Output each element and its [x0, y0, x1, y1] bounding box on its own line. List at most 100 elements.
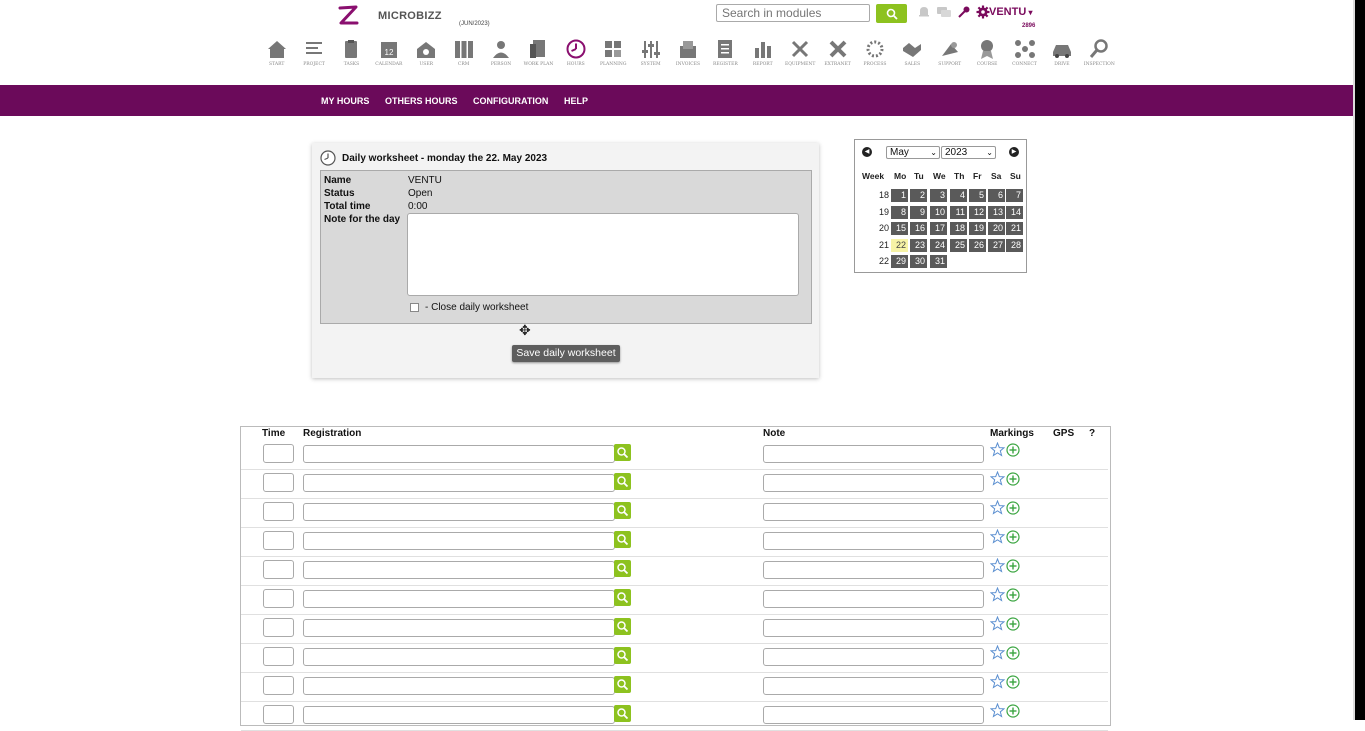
note-input[interactable] [763, 445, 984, 463]
calendar-day[interactable]: 26 [969, 238, 986, 252]
registration-input[interactable] [303, 532, 615, 550]
note-input[interactable] [763, 503, 984, 521]
user-menu[interactable]: VENTU ▾ [989, 6, 1033, 18]
calendar-day[interactable]: 27 [988, 238, 1005, 252]
col-help[interactable]: ? [1089, 428, 1095, 439]
add-circle-icon[interactable] [1006, 443, 1020, 457]
module-course[interactable]: COURSE [968, 38, 1005, 67]
calendar-day[interactable]: 17 [930, 222, 947, 235]
calendar-day[interactable]: 20 [988, 222, 1005, 235]
module-inspection[interactable]: INSPECTION [1081, 38, 1118, 67]
registration-lookup-button[interactable] [614, 705, 631, 722]
module-work-plan[interactable]: WORK PLAN [520, 38, 557, 67]
star-icon[interactable] [990, 442, 1005, 457]
registration-input[interactable] [303, 474, 615, 492]
calendar-day[interactable]: 24 [930, 238, 947, 252]
module-planning[interactable]: PLANNING [595, 38, 632, 67]
module-system[interactable]: SYSTEM [632, 38, 669, 67]
registration-input[interactable] [303, 503, 615, 521]
module-register[interactable]: REGISTER [707, 38, 744, 67]
registration-lookup-button[interactable] [614, 647, 631, 664]
year-select[interactable]: 2023 ⌄ [941, 146, 996, 159]
calendar-day[interactable]: 22 [891, 238, 908, 252]
add-circle-icon[interactable] [1006, 617, 1020, 631]
calendar-day[interactable]: 5 [969, 189, 986, 202]
time-input[interactable] [263, 444, 294, 463]
prev-month-icon[interactable]: ◀ [862, 147, 872, 157]
calendar-day[interactable]: 13 [988, 205, 1005, 219]
module-start[interactable]: START [258, 38, 295, 67]
add-circle-icon[interactable] [1006, 675, 1020, 689]
calendar-day[interactable]: 16 [910, 222, 927, 235]
module-project[interactable]: PROJECT [295, 38, 332, 67]
note-input[interactable] [763, 561, 984, 579]
calendar-day[interactable]: 14 [1006, 205, 1023, 219]
month-select[interactable]: May ⌄ [886, 146, 940, 159]
nav-others-hours[interactable]: OTHERS HOURS [385, 96, 458, 106]
registration-input[interactable] [303, 619, 615, 637]
microbizz-logo[interactable] [336, 4, 360, 28]
star-icon[interactable] [990, 471, 1005, 486]
calendar-day[interactable]: 11 [950, 205, 967, 219]
calendar-day[interactable]: 15 [891, 222, 908, 235]
add-circle-icon[interactable] [1006, 704, 1020, 718]
note-input[interactable] [763, 590, 984, 608]
calendar-day[interactable]: 21 [1006, 222, 1023, 235]
calendar-day[interactable]: 29 [891, 255, 908, 268]
time-input[interactable] [263, 502, 294, 521]
calendar-day[interactable]: 1 [891, 189, 908, 202]
registration-lookup-button[interactable] [614, 589, 631, 606]
registration-lookup-button[interactable] [614, 502, 631, 519]
calendar-day[interactable]: 18 [950, 222, 967, 235]
registration-lookup-button[interactable] [614, 531, 631, 548]
calendar-day[interactable]: 31 [930, 255, 947, 268]
calendar-day[interactable]: 12 [969, 205, 986, 219]
registration-input[interactable] [303, 561, 615, 579]
time-input[interactable] [263, 618, 294, 637]
module-user[interactable]: USER [408, 38, 445, 67]
calendar-day[interactable]: 4 [950, 189, 967, 202]
time-input[interactable] [263, 473, 294, 492]
key-icon[interactable] [957, 5, 971, 19]
module-person[interactable]: PERSON [482, 38, 519, 67]
star-icon[interactable] [990, 500, 1005, 515]
gear-icon[interactable] [976, 5, 990, 19]
star-icon[interactable] [990, 703, 1005, 718]
bell-icon[interactable] [917, 5, 931, 19]
close-worksheet-checkbox[interactable] [410, 303, 419, 312]
module-invoices[interactable]: INVOICES [669, 38, 706, 67]
time-input[interactable] [263, 647, 294, 666]
add-circle-icon[interactable] [1006, 646, 1020, 660]
module-equipment[interactable]: EQUIPMENT [781, 38, 818, 67]
module-report[interactable]: REPORT [744, 38, 781, 67]
calendar-day[interactable]: 6 [988, 189, 1005, 202]
add-circle-icon[interactable] [1006, 588, 1020, 602]
registration-input[interactable] [303, 706, 615, 724]
nav-help[interactable]: HELP [564, 96, 588, 106]
calendar-day[interactable]: 10 [930, 205, 947, 219]
registration-input[interactable] [303, 677, 615, 695]
calendar-day[interactable]: 28 [1006, 238, 1023, 252]
calendar-day[interactable]: 2 [910, 189, 927, 202]
star-icon[interactable] [990, 616, 1005, 631]
star-icon[interactable] [990, 645, 1005, 660]
star-icon[interactable] [990, 529, 1005, 544]
note-input[interactable] [763, 648, 984, 666]
time-input[interactable] [263, 705, 294, 724]
registration-lookup-button[interactable] [614, 676, 631, 693]
star-icon[interactable] [990, 558, 1005, 573]
module-tasks[interactable]: TASKS [333, 38, 370, 67]
star-icon[interactable] [990, 674, 1005, 689]
save-worksheet-button[interactable]: Save daily worksheet [512, 345, 620, 362]
calendar-day[interactable]: 7 [1006, 189, 1023, 202]
time-input[interactable] [263, 589, 294, 608]
module-calendar[interactable]: 12 CALENDAR [370, 38, 407, 67]
note-input[interactable] [763, 677, 984, 695]
calendar-day[interactable]: 23 [910, 238, 927, 252]
add-circle-icon[interactable] [1006, 501, 1020, 515]
calendar-day[interactable]: 25 [950, 238, 967, 252]
registration-lookup-button[interactable] [614, 560, 631, 577]
next-month-icon[interactable]: ▶ [1009, 147, 1019, 157]
add-circle-icon[interactable] [1006, 472, 1020, 486]
time-input[interactable] [263, 676, 294, 695]
